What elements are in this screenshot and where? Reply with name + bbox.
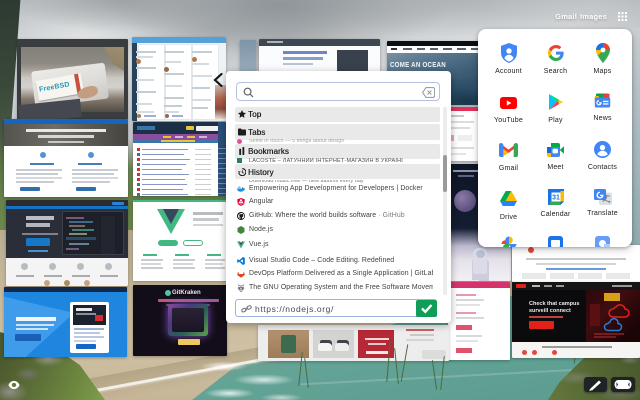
svg-text:31: 31 bbox=[552, 195, 560, 202]
